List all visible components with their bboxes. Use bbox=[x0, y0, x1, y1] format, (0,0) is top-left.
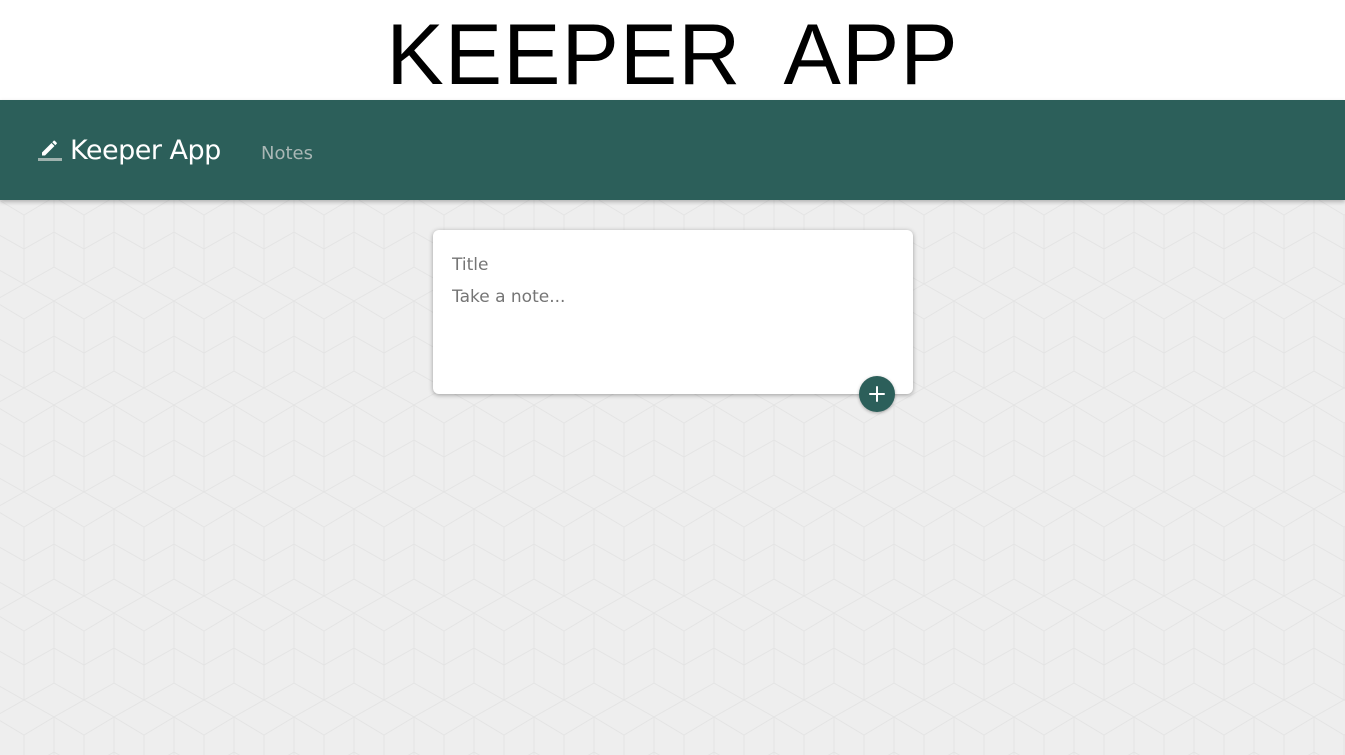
nav-link-notes[interactable]: Notes bbox=[261, 100, 313, 200]
create-note-form bbox=[433, 230, 913, 412]
brand[interactable]: Keeper App bbox=[38, 100, 221, 200]
main-content bbox=[0, 200, 1345, 755]
note-title-input[interactable] bbox=[452, 250, 892, 280]
plus-icon bbox=[868, 385, 886, 403]
note-content-textarea[interactable] bbox=[452, 287, 892, 367]
add-note-button[interactable] bbox=[859, 376, 895, 412]
navbar: Keeper App Notes bbox=[0, 100, 1345, 200]
page-heading: KEEPER APP bbox=[386, 7, 959, 103]
brand-label: Keeper App bbox=[70, 134, 221, 166]
pencil-icon bbox=[38, 134, 70, 166]
